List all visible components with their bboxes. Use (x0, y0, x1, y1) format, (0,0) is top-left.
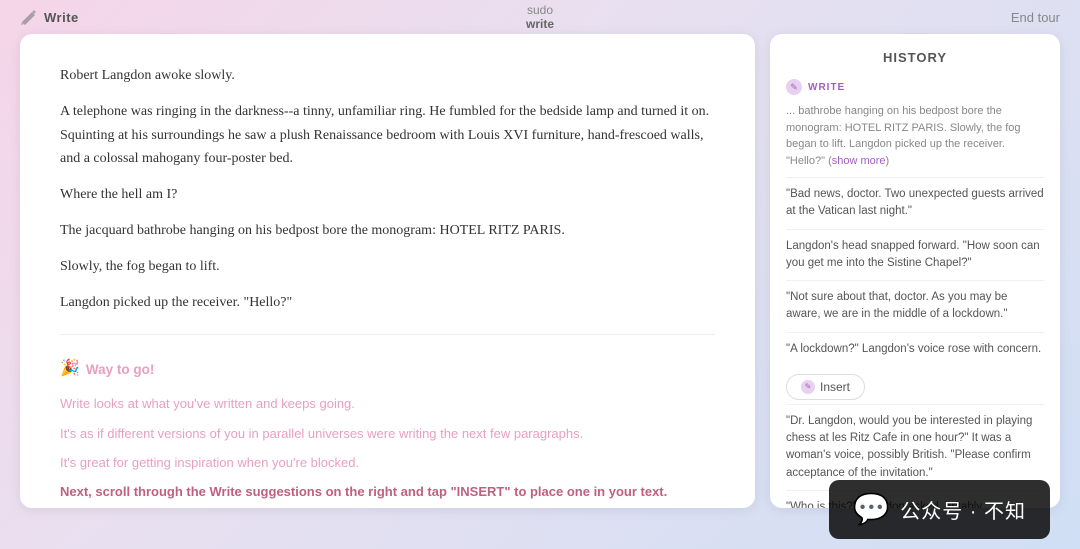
paragraph-5: Slowly, the fog began to lift. (60, 255, 715, 279)
end-tour-button[interactable]: End tour (1011, 10, 1060, 25)
suggestion-area: 🎉 Way to go! Write looks at what you've … (60, 355, 715, 503)
history-panel: History ✎ WRITE ... bathrobe hanging on … (770, 34, 1060, 508)
insert-button-1[interactable]: ✎ Insert (786, 374, 865, 400)
editor-text: Robert Langdon awoke slowly. A telephone… (60, 64, 715, 314)
history-title: History (786, 50, 1044, 65)
write-badge-label: WRITE (808, 82, 845, 93)
write-badge-icon: ✎ (786, 79, 802, 95)
show-more-link[interactable]: show more (832, 155, 886, 167)
paragraph-3: Where the hell am I? (60, 183, 715, 207)
logo-area: Write (20, 8, 79, 26)
divider (60, 334, 715, 335)
write-label[interactable]: Write (44, 10, 79, 25)
pencil-icon (20, 8, 38, 26)
history-item-1: Langdon's head snapped forward. "How soo… (786, 229, 1044, 281)
history-item-3: "A lockdown?" Langdon's voice rose with … (786, 332, 1044, 366)
app-logo: sudo write (526, 3, 554, 32)
write-badge: ✎ WRITE (786, 79, 1044, 95)
editor-panel: Robert Langdon awoke slowly. A telephone… (20, 34, 755, 508)
party-icon: 🎉 (60, 355, 80, 384)
main-container: Robert Langdon awoke slowly. A telephone… (0, 34, 1080, 528)
history-item-0: "Bad news, doctor. Two unexpected guests… (786, 177, 1044, 229)
paragraph-4: The jacquard bathrobe hanging on his bed… (60, 219, 715, 243)
suggestion-title: 🎉 Way to go! (60, 355, 715, 384)
watermark-overlay: 💬 公众号 · 不知 (829, 480, 1050, 539)
write-excerpt: ... bathrobe hanging on his bedpost bore… (786, 103, 1044, 169)
watermark-text: 公众号 · 不知 (900, 495, 1026, 524)
paragraph-6: Langdon picked up the receiver. "Hello?" (60, 291, 715, 315)
insert-icon-1: ✎ (801, 380, 815, 394)
history-item-4: "Dr. Langdon, would you be interested in… (786, 404, 1044, 490)
top-bar: Write sudo write End tour (0, 0, 1080, 34)
paragraph-1: Robert Langdon awoke slowly. (60, 64, 715, 88)
history-item-2: "Not sure about that, doctor. As you may… (786, 280, 1044, 332)
paragraph-2: A telephone was ringing in the darkness-… (60, 100, 715, 171)
wechat-icon: 💬 (853, 492, 890, 527)
suggestion-body: Write looks at what you've written and k… (60, 392, 715, 504)
